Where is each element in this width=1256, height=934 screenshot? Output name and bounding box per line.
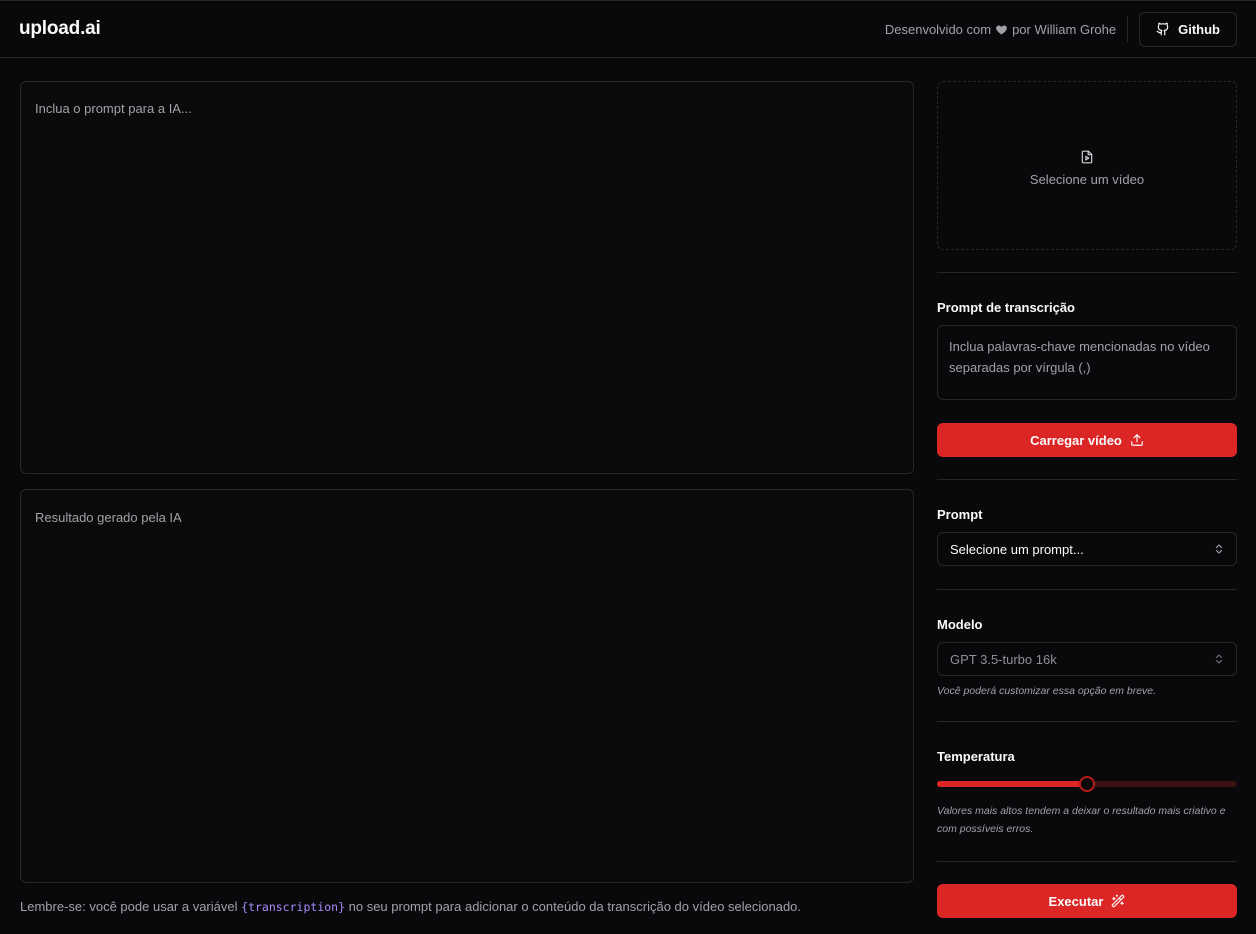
video-dropzone-label: Selecione um vídeo bbox=[1029, 172, 1145, 187]
upload-icon bbox=[1130, 433, 1144, 447]
model-select-value: GPT 3.5-turbo 16k bbox=[950, 651, 1057, 667]
header-actions: Desenvolvido com por William Grohe Githu… bbox=[885, 1, 1237, 57]
github-button[interactable]: Github bbox=[1139, 11, 1237, 47]
chevrons-up-down-icon bbox=[1214, 543, 1224, 555]
file-video-icon bbox=[1080, 150, 1094, 164]
result-placeholder: Resultado gerado pela IA bbox=[35, 510, 182, 525]
prompt-select[interactable]: Selecione um prompt... bbox=[937, 532, 1237, 566]
heart-icon bbox=[995, 23, 1008, 36]
separator bbox=[937, 272, 1237, 273]
temperature-label: Temperatura bbox=[937, 749, 1015, 764]
wand-icon bbox=[1111, 894, 1125, 908]
separator bbox=[937, 479, 1237, 480]
model-note: Você poderá customizar essa opção em bre… bbox=[937, 685, 1157, 697]
separator bbox=[937, 721, 1237, 722]
result-textarea[interactable]: Resultado gerado pela IA bbox=[20, 489, 914, 883]
video-upload-dropzone[interactable]: Selecione um vídeo bbox=[937, 81, 1237, 250]
transcription-variable: {transcription} bbox=[241, 900, 345, 914]
model-select[interactable]: GPT 3.5-turbo 16k bbox=[937, 642, 1237, 676]
credit-prefix: Desenvolvido com bbox=[884, 21, 992, 37]
separator bbox=[937, 589, 1237, 590]
separator bbox=[937, 861, 1237, 862]
transcription-prompt-textarea[interactable]: Inclua palavras-chave mencionadas no víd… bbox=[937, 325, 1237, 400]
transcription-prompt-placeholder: Inclua palavras-chave mencionadas no víd… bbox=[949, 339, 1210, 375]
app-logo: upload.ai bbox=[19, 18, 101, 39]
developer-credit: Desenvolvido com por William Grohe bbox=[885, 22, 1116, 37]
prompt-placeholder: Inclua o prompt para a IA... bbox=[35, 101, 192, 116]
transcription-prompt-label: Prompt de transcrição bbox=[937, 300, 1075, 315]
slider-range bbox=[937, 781, 1087, 787]
credit-suffix: por William Grohe bbox=[1012, 21, 1117, 37]
temperature-note: Valores mais altos tendem a deixar o res… bbox=[937, 805, 1226, 835]
github-button-label: Github bbox=[1178, 21, 1220, 37]
slider-thumb[interactable] bbox=[1079, 776, 1095, 792]
model-label: Modelo bbox=[937, 617, 983, 632]
github-icon bbox=[1156, 22, 1170, 36]
header-divider bbox=[1127, 16, 1129, 42]
upload-video-button[interactable]: Carregar vídeo bbox=[937, 423, 1237, 457]
variable-hint: Lembre-se: você pode usar a variável {tr… bbox=[20, 899, 801, 914]
temperature-slider[interactable] bbox=[937, 776, 1237, 792]
hint-text-before: Lembre-se: você pode usar a variável bbox=[20, 899, 238, 914]
execute-button-label: Executar bbox=[1048, 893, 1104, 909]
prompt-select-value: Selecione um prompt... bbox=[950, 541, 1084, 557]
upload-video-button-label: Carregar vídeo bbox=[1030, 432, 1122, 448]
prompt-label: Prompt bbox=[937, 507, 983, 522]
app-header: upload.ai Desenvolvido com por William G… bbox=[0, 0, 1256, 58]
chevrons-up-down-icon bbox=[1214, 653, 1224, 665]
prompt-textarea[interactable]: Inclua o prompt para a IA... bbox=[20, 81, 914, 474]
execute-button[interactable]: Executar bbox=[937, 884, 1237, 918]
hint-text-after: no seu prompt para adicionar o conteúdo … bbox=[348, 899, 802, 914]
